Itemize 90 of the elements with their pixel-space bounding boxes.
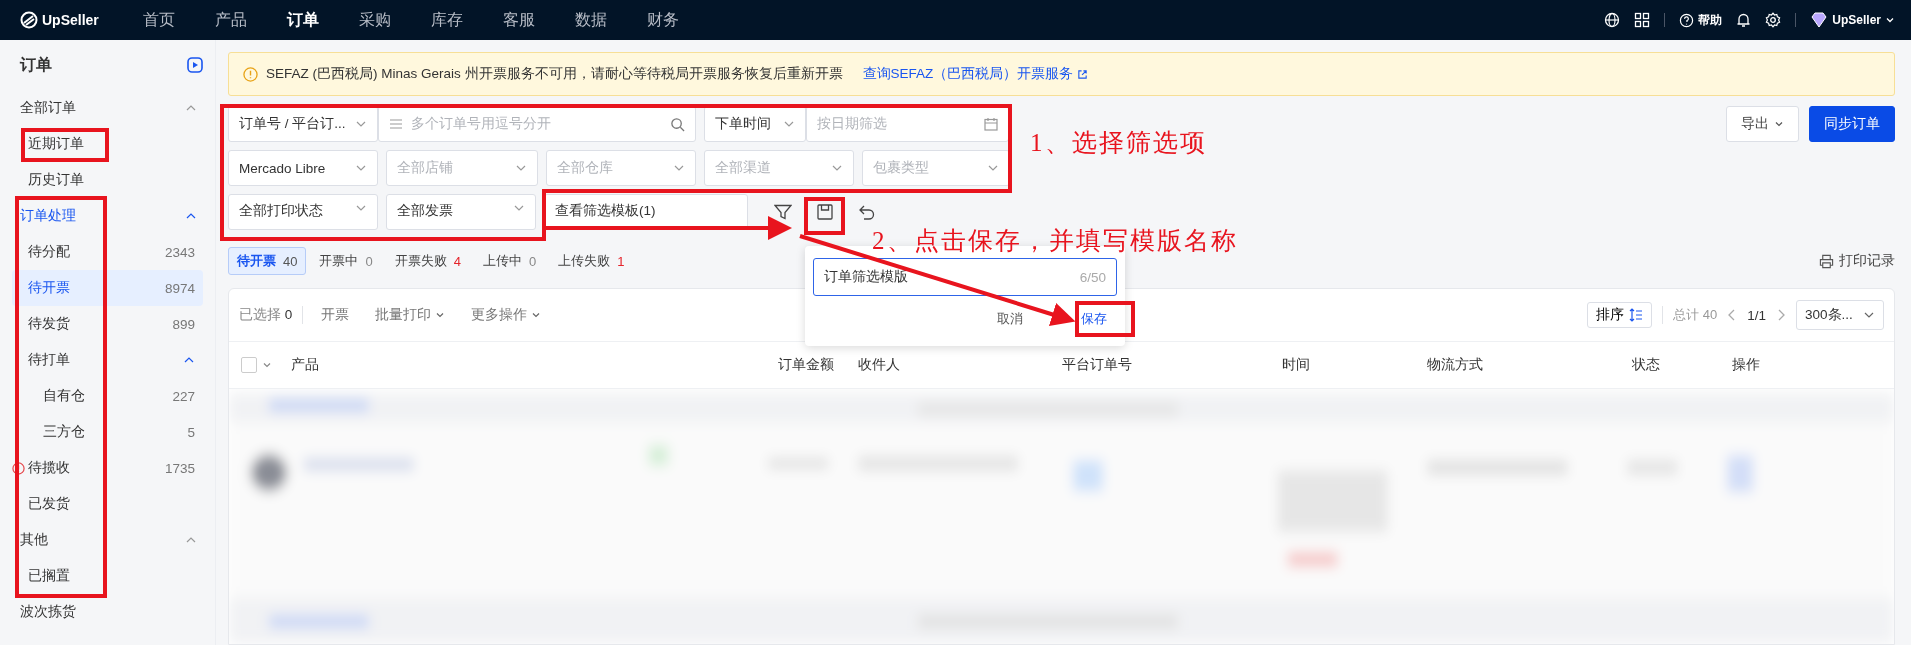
toolbar-button[interactable]: 更多操作: [463, 306, 550, 324]
globe-icon[interactable]: [1604, 12, 1621, 28]
select-all-checkbox[interactable]: [241, 357, 257, 373]
sidebar-item[interactable]: 自有仓 227: [12, 378, 203, 414]
sidebar-item[interactable]: 待揽收 1735: [12, 450, 203, 486]
filter-dropdown[interactable]: Mercado Libre: [228, 150, 378, 186]
play-icon[interactable]: [187, 57, 203, 73]
save-icon[interactable]: [816, 203, 834, 221]
column-header: 操作: [1732, 356, 1760, 374]
annotation-box: [1075, 301, 1135, 337]
annotation-box: [804, 197, 845, 235]
toolbar-button[interactable]: 批量打印: [367, 306, 454, 324]
nav-tab[interactable]: 财务: [647, 9, 719, 31]
column-header: 产品: [291, 356, 319, 374]
nav-tab[interactable]: 客服: [503, 9, 575, 31]
caret-icon: [531, 310, 542, 320]
sidebar-item[interactable]: 历史订单: [12, 162, 203, 198]
filter-dropdown[interactable]: 全部打印状态: [228, 194, 378, 230]
print-log-link[interactable]: 打印记录: [1819, 252, 1895, 270]
help-icon: [1679, 12, 1695, 28]
column-header: 收件人: [858, 356, 900, 374]
logo-text: UpSeller: [42, 12, 99, 28]
template-name-field[interactable]: 订单筛选模版 6/50: [813, 258, 1117, 296]
search-icon[interactable]: [670, 116, 685, 132]
sidebar-group[interactable]: 其他: [20, 522, 203, 558]
cancel-button[interactable]: 取消: [991, 309, 1029, 329]
logo-icon: [20, 11, 38, 29]
filter-icon[interactable]: [774, 204, 792, 220]
bell-icon[interactable]: [1736, 12, 1752, 28]
nav-tab[interactable]: 采购: [359, 9, 431, 31]
sidebar-group[interactable]: 全部订单: [20, 90, 203, 126]
warning-icon: [243, 66, 258, 82]
undo-icon[interactable]: [858, 204, 876, 220]
sidebar-item[interactable]: 近期订单: [12, 126, 203, 162]
annotation-label: 2、点击保存，并填写模版名称: [872, 226, 1238, 256]
status-tab[interactable]: 开票中 0: [310, 247, 382, 275]
status-tab[interactable]: 开票失败 4: [385, 247, 470, 275]
sidebar-item[interactable]: 待开票 8974: [12, 270, 203, 306]
nav-tab[interactable]: 首页: [143, 9, 215, 31]
toolbar-button[interactable]: 开票: [313, 306, 358, 324]
column-header: 订单金额: [778, 356, 834, 374]
list-icon: [389, 118, 403, 130]
column-header: 物流方式: [1427, 356, 1483, 374]
account-menu[interactable]: UpSeller: [1810, 12, 1895, 28]
export-button[interactable]: 导出: [1726, 106, 1799, 142]
column-header: 状态: [1632, 356, 1660, 374]
sidebar-item[interactable]: 待分配 2343: [12, 234, 203, 270]
nav-tab[interactable]: 数据: [575, 9, 647, 31]
status-tab[interactable]: 待开票 40: [228, 247, 307, 275]
sidebar-item[interactable]: 三方仓 5: [12, 414, 203, 450]
help-link[interactable]: 帮助: [1679, 11, 1723, 29]
caret-icon[interactable]: [262, 360, 272, 370]
sidebar-group[interactable]: 波次拣货: [20, 594, 203, 630]
nav-tab[interactable]: 产品: [215, 9, 287, 31]
sidebar-item[interactable]: 待打单: [12, 342, 203, 378]
caret-icon: [1885, 15, 1895, 25]
caret-icon: [435, 310, 446, 320]
annotation-label: 1、选择筛选项: [1030, 128, 1207, 158]
banner-text: SEFAZ (巴西税局) Minas Gerais 州开票服务不可用，请耐心等待税局开票服务恢复后重新开票: [266, 65, 843, 83]
filter-dropdown[interactable]: 全部发票: [386, 194, 536, 230]
save-button[interactable]: 保存: [1071, 306, 1117, 332]
sidebar-item[interactable]: 待发货 899: [12, 306, 203, 342]
selected-count: 已选择 0: [239, 306, 293, 324]
sidebar-item[interactable]: 已发货: [12, 486, 203, 522]
diamond-icon: [1810, 12, 1829, 28]
nav-tab[interactable]: 库存: [431, 9, 503, 31]
filter-dropdown[interactable]: 下单时间: [704, 106, 806, 142]
nav-tab[interactable]: 订单: [287, 9, 359, 31]
page-size-dropdown[interactable]: 300条...: [1796, 300, 1884, 330]
sidebar-title: 订单: [20, 54, 52, 75]
calendar-icon: [984, 117, 998, 131]
page-number: 1/1: [1747, 307, 1766, 323]
filter-dropdown[interactable]: 订单号 / 平台订...: [228, 106, 378, 142]
status-tab[interactable]: 上传中 0: [473, 247, 546, 275]
sort-button[interactable]: 排序: [1587, 302, 1653, 328]
total-count: 总计 40: [1673, 306, 1718, 324]
sidebar-group[interactable]: 订单处理: [20, 198, 203, 234]
column-header: 时间: [1282, 356, 1310, 374]
external-link-icon: [1077, 68, 1089, 80]
sort-icon: [1629, 308, 1644, 322]
settings-icon[interactable]: [1765, 12, 1782, 28]
sidebar-item[interactable]: 已搁置: [12, 558, 203, 594]
status-tab[interactable]: 上传失败 1: [549, 247, 634, 275]
printer-icon: [1819, 253, 1834, 269]
alert-icon: [12, 461, 25, 475]
column-header: 平台订单号: [1062, 356, 1132, 374]
sync-button[interactable]: 同步订单: [1809, 106, 1895, 142]
apps-icon[interactable]: [1634, 12, 1651, 28]
caret-icon: [1774, 119, 1784, 129]
banner-link[interactable]: 查询SEFAZ（巴西税局）开票服务: [862, 65, 1089, 83]
